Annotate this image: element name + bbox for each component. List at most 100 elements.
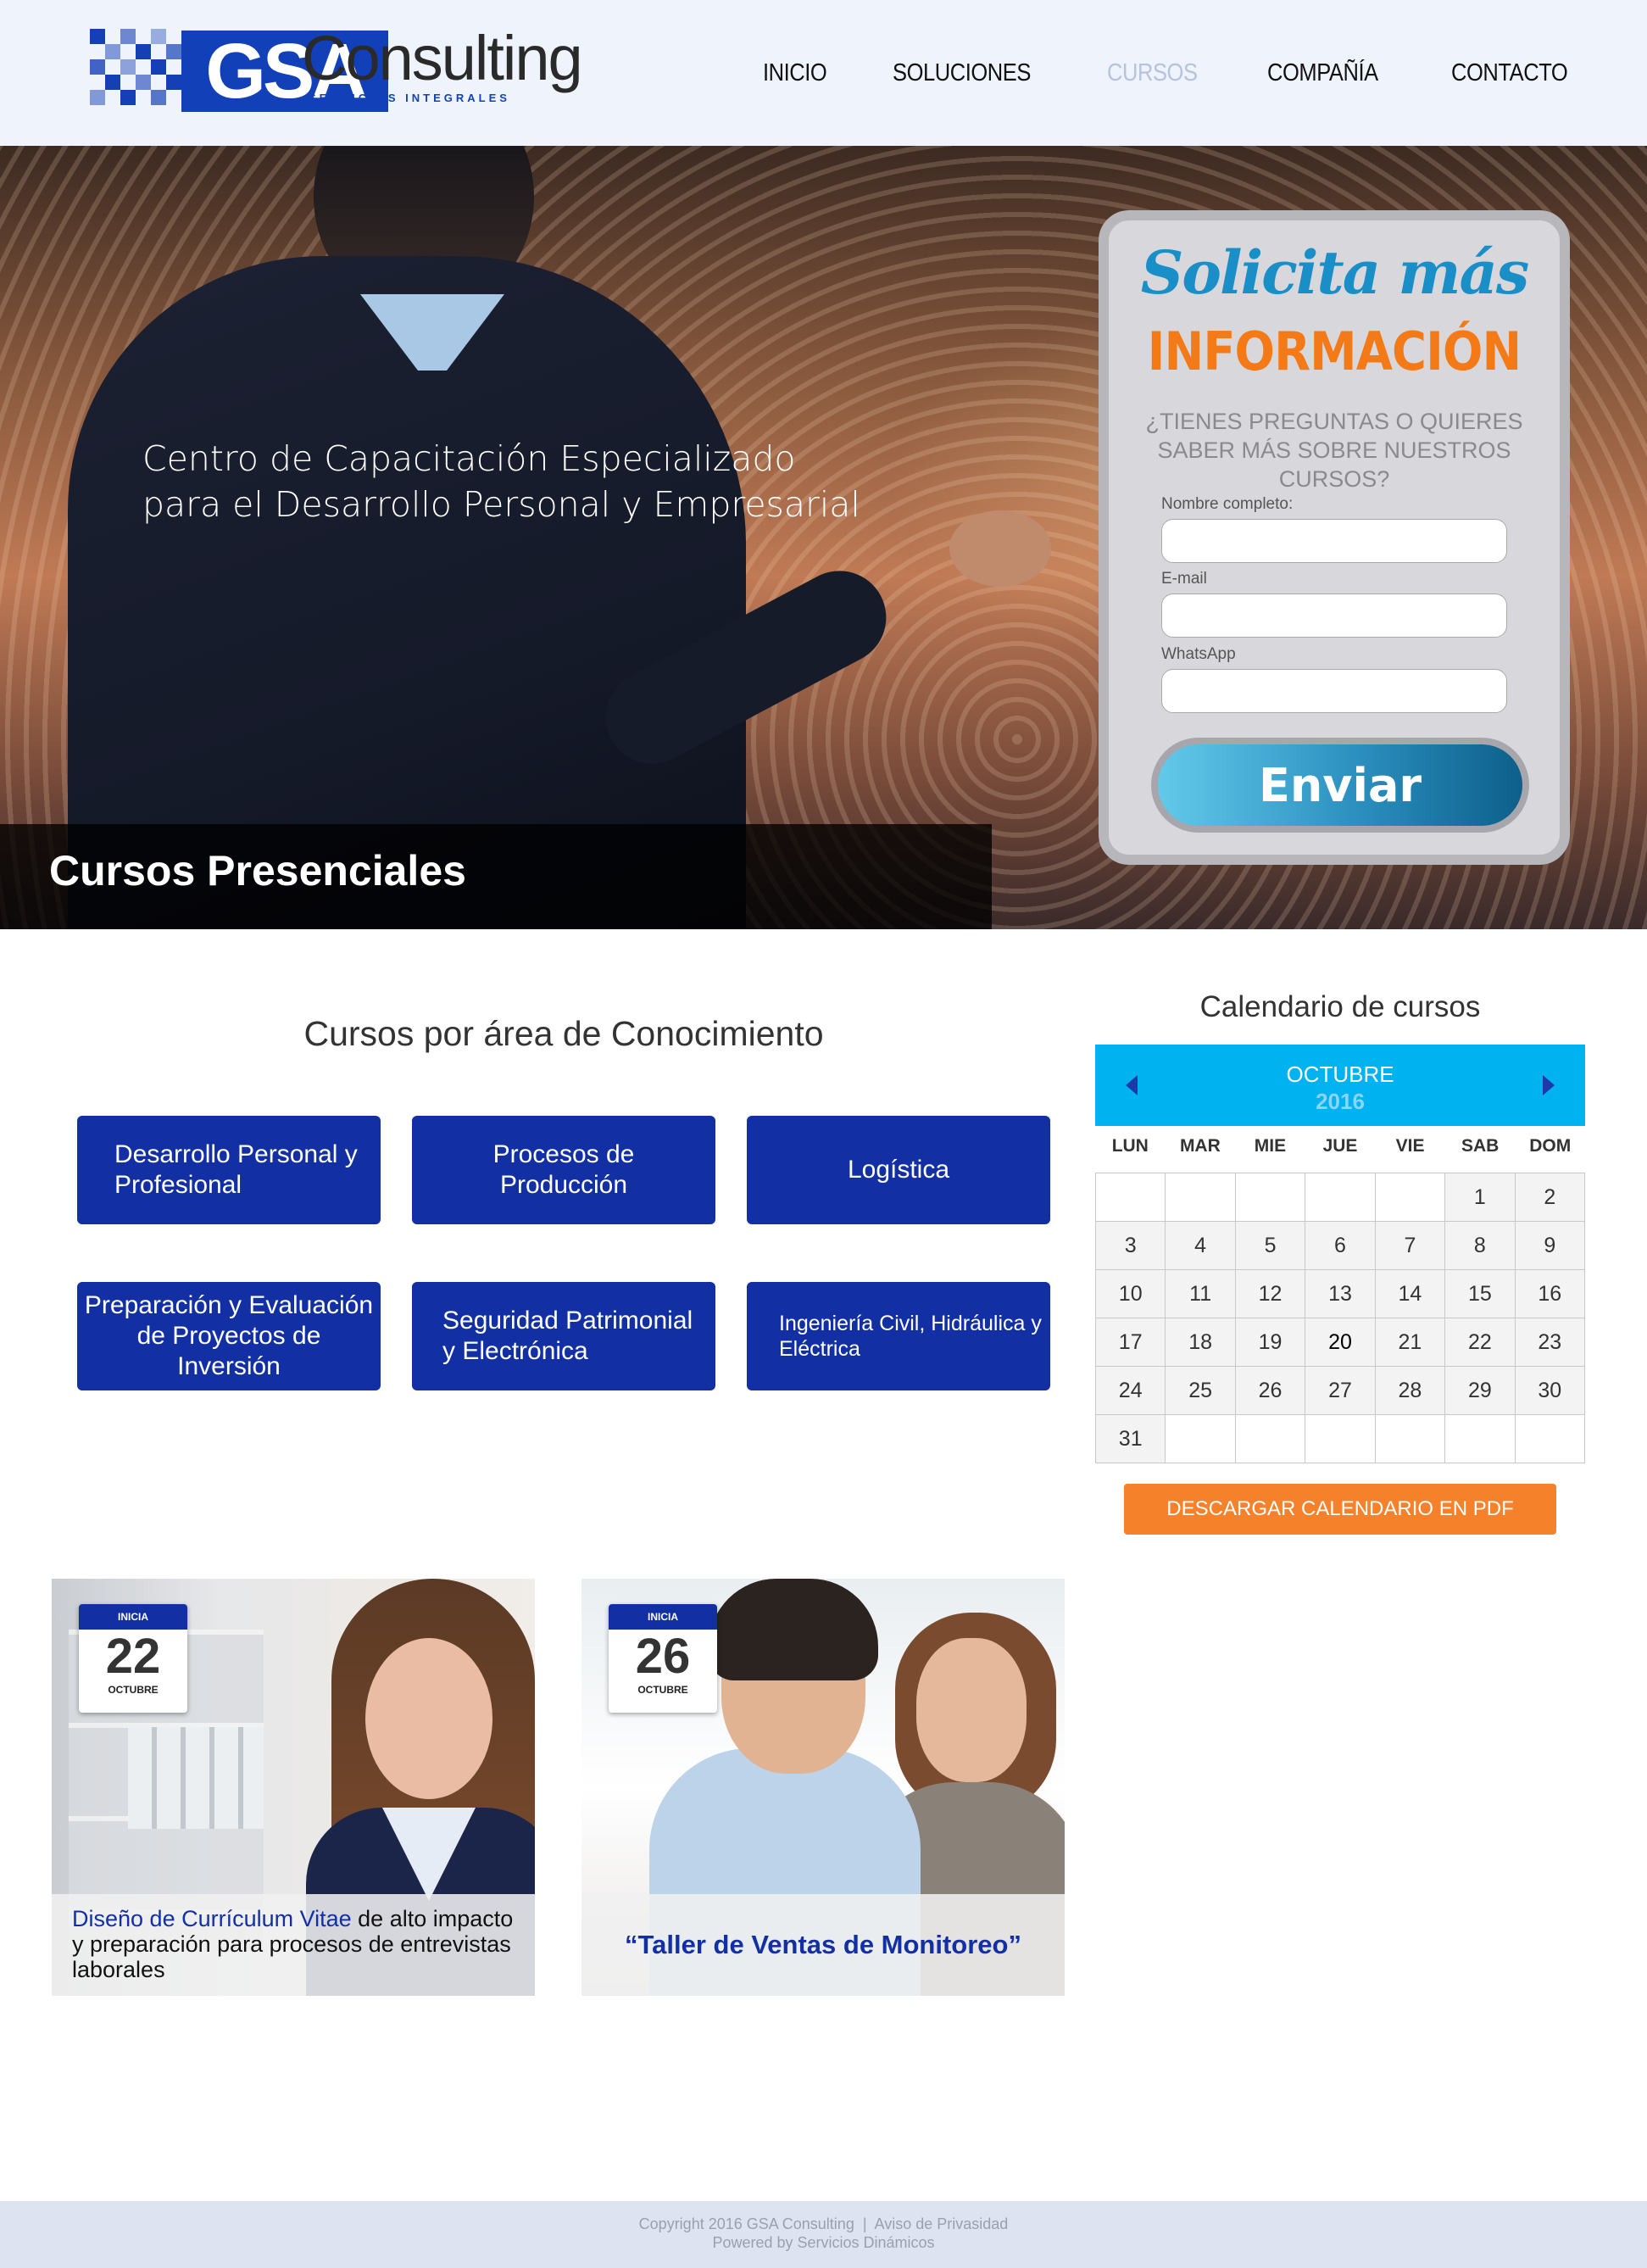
calendar-day[interactable]: 19 bbox=[1235, 1318, 1306, 1367]
calendar-day[interactable]: 31 bbox=[1096, 1415, 1166, 1463]
nav-item-soluciones[interactable]: SOLUCIONES bbox=[893, 59, 1031, 87]
calendar-day[interactable]: 30 bbox=[1515, 1367, 1585, 1415]
calendar-empty-cell bbox=[1375, 1173, 1446, 1222]
calendar-empty-cell bbox=[1375, 1415, 1446, 1463]
calendar-empty-cell bbox=[1235, 1415, 1306, 1463]
weekday-mie: MIE bbox=[1254, 1136, 1287, 1156]
calendar-day[interactable]: 7 bbox=[1375, 1222, 1446, 1270]
calendar-day[interactable]: 17 bbox=[1096, 1318, 1166, 1367]
calendar-day[interactable]: 9 bbox=[1515, 1222, 1585, 1270]
area-button-desarrollo[interactable]: Desarrollo Personal y Profesional bbox=[77, 1116, 381, 1224]
area-button-logistica[interactable]: Logística bbox=[747, 1116, 1050, 1224]
whatsapp-field-label: WhatsApp bbox=[1161, 645, 1236, 663]
calendar-empty-cell bbox=[1515, 1415, 1585, 1463]
footer-powered-by: Powered by Servicios Dinámicos bbox=[712, 2234, 935, 2251]
date-badge: INICIA 26 OCTUBRE bbox=[609, 1604, 717, 1713]
calendar-day[interactable]: 4 bbox=[1166, 1222, 1236, 1270]
calendar-day[interactable]: 21 bbox=[1375, 1318, 1446, 1367]
calendar-day[interactable]: 1 bbox=[1445, 1173, 1516, 1222]
date-badge-month: OCTUBRE bbox=[108, 1684, 159, 1696]
site-footer: Copyright 2016 GSA Consulting | Aviso de… bbox=[0, 2201, 1647, 2268]
logo-mosaic-icon bbox=[90, 29, 183, 114]
hero-tagline-line2: para el Desarrollo Personal y Empresaria… bbox=[142, 484, 860, 525]
footer-separator: | bbox=[862, 2215, 867, 2232]
calendar-day[interactable]: 12 bbox=[1235, 1270, 1306, 1318]
hero-speaker-image bbox=[51, 146, 1051, 929]
calendar-day[interactable]: 29 bbox=[1445, 1367, 1516, 1415]
calendar-grid: 1 2 3 4 5 6 7 8 9 10 11 12 13 14 15 16 17 18 19 20 21 22 23 24 2… bbox=[1095, 1173, 1585, 1463]
date-badge-label: INICIA bbox=[79, 1604, 187, 1630]
calendar-day[interactable]: 13 bbox=[1305, 1270, 1376, 1318]
calendar-empty-cell bbox=[1166, 1173, 1236, 1222]
whatsapp-field[interactable] bbox=[1161, 669, 1507, 713]
next-month-icon[interactable] bbox=[1543, 1075, 1555, 1095]
form-title-line2: INFORMACIÓN bbox=[1147, 320, 1522, 382]
calendar-empty-cell bbox=[1445, 1415, 1516, 1463]
calendar-day[interactable]: 22 bbox=[1445, 1318, 1516, 1367]
weekday-jue: JUE bbox=[1322, 1136, 1358, 1156]
nav-item-cursos[interactable]: CURSOS bbox=[1107, 59, 1198, 87]
calendar-year: 2016 bbox=[1316, 1089, 1365, 1114]
nav-item-contacto[interactable]: CONTACTO bbox=[1451, 59, 1568, 87]
download-calendar-button[interactable]: DESCARGAR CALENDARIO EN PDF bbox=[1124, 1484, 1556, 1535]
calendar-empty-cell bbox=[1096, 1173, 1166, 1222]
info-request-form: Solicita más INFORMACIÓN ¿TIENES PREGUNT… bbox=[1099, 210, 1570, 865]
calendar-day[interactable]: 3 bbox=[1096, 1222, 1166, 1270]
calendar-day[interactable]: 2 bbox=[1515, 1173, 1585, 1222]
date-badge: INICIA 22 OCTUBRE bbox=[79, 1604, 187, 1713]
logo-wordmark: Consulting bbox=[302, 23, 583, 93]
calendar-title: Calendario de cursos bbox=[1199, 990, 1481, 1023]
calendar-month: OCTUBRE bbox=[1286, 1062, 1394, 1087]
calendar-day[interactable]: 6 bbox=[1305, 1222, 1376, 1270]
calendar-empty-cell bbox=[1166, 1415, 1236, 1463]
calendar-day[interactable]: 20 bbox=[1305, 1318, 1376, 1367]
calendar-day[interactable]: 15 bbox=[1445, 1270, 1516, 1318]
calendar-weekdays: LUN MAR MIE JUE VIE SAB DOM bbox=[1095, 1136, 1585, 1156]
calendar-header: OCTUBRE 2016 bbox=[1095, 1045, 1585, 1126]
course-card-cv[interactable]: INICIA 22 OCTUBRE Diseño de Currículum V… bbox=[52, 1579, 535, 1996]
name-field-label: Nombre completo: bbox=[1161, 495, 1294, 513]
calendar-empty-cell bbox=[1305, 1415, 1376, 1463]
areas-title: Cursos por área de Conocimiento bbox=[303, 1014, 824, 1053]
name-field[interactable] bbox=[1161, 519, 1507, 563]
area-button-proyectos[interactable]: Preparación y Evaluación de Proyectos de… bbox=[77, 1282, 381, 1390]
hero-tagline-line1: Centro de Capacitación Especializado bbox=[142, 438, 796, 479]
form-question: ¿TIENES PREGUNTAS O QUIERES SABER MÁS SO… bbox=[1145, 409, 1523, 492]
area-button-procesos[interactable]: Procesos de Producción bbox=[412, 1116, 715, 1224]
calendar-day[interactable]: 23 bbox=[1515, 1318, 1585, 1367]
date-badge-day: 26 bbox=[635, 1629, 691, 1684]
calendar-day[interactable]: 16 bbox=[1515, 1270, 1585, 1318]
email-field-label: E-mail bbox=[1161, 570, 1207, 588]
calendar-day[interactable]: 24 bbox=[1096, 1367, 1166, 1415]
weekday-vie: VIE bbox=[1395, 1136, 1425, 1156]
submit-button[interactable]: Enviar bbox=[1151, 738, 1529, 833]
area-button-seguridad[interactable]: Seguridad Patrimonial y Electrónica bbox=[412, 1282, 715, 1390]
weekday-lun: LUN bbox=[1111, 1136, 1149, 1156]
date-badge-day: 22 bbox=[105, 1629, 161, 1684]
calendar-day[interactable]: 14 bbox=[1375, 1270, 1446, 1318]
nav-item-compania[interactable]: COMPAÑÍA bbox=[1267, 59, 1378, 87]
email-field[interactable] bbox=[1161, 593, 1507, 638]
nav-item-inicio[interactable]: INICIO bbox=[763, 59, 827, 87]
calendar-day[interactable]: 18 bbox=[1166, 1318, 1236, 1367]
section-title: Cursos Presenciales bbox=[49, 847, 466, 894]
site-header: GSA Consulting SERVICIOS INTEGRALES INIC… bbox=[0, 0, 1647, 146]
date-badge-label: INICIA bbox=[609, 1604, 717, 1630]
calendar-day[interactable]: 26 bbox=[1235, 1367, 1306, 1415]
calendar-day[interactable]: 5 bbox=[1235, 1222, 1306, 1270]
privacy-link[interactable]: Aviso de Privasidad bbox=[875, 2215, 1009, 2232]
calendar-day[interactable]: 8 bbox=[1445, 1222, 1516, 1270]
calendar-day[interactable]: 10 bbox=[1096, 1270, 1166, 1318]
calendar-day[interactable]: 25 bbox=[1166, 1367, 1236, 1415]
course-caption: Diseño de Currículum Vitae de alto impac… bbox=[52, 1894, 535, 1996]
weekday-sab: SAB bbox=[1461, 1136, 1500, 1156]
course-card-ventas[interactable]: INICIA 26 OCTUBRE “Taller de Ventas de M… bbox=[581, 1579, 1065, 1996]
area-button-ingenieria[interactable]: Ingeniería Civil, Hidráulica y Eléctrica bbox=[747, 1282, 1050, 1390]
gsa-logo[interactable]: GSA Consulting SERVICIOS INTEGRALES bbox=[90, 23, 583, 114]
calendar-empty-cell bbox=[1305, 1173, 1376, 1222]
course-caption: “Taller de Ventas de Monitoreo” bbox=[581, 1894, 1065, 1996]
course-caption-highlight[interactable]: Diseño de Currículum Vitae bbox=[72, 1906, 352, 1931]
calendar-day[interactable]: 11 bbox=[1166, 1270, 1236, 1318]
calendar-day[interactable]: 28 bbox=[1375, 1367, 1446, 1415]
calendar-day[interactable]: 27 bbox=[1305, 1367, 1376, 1415]
